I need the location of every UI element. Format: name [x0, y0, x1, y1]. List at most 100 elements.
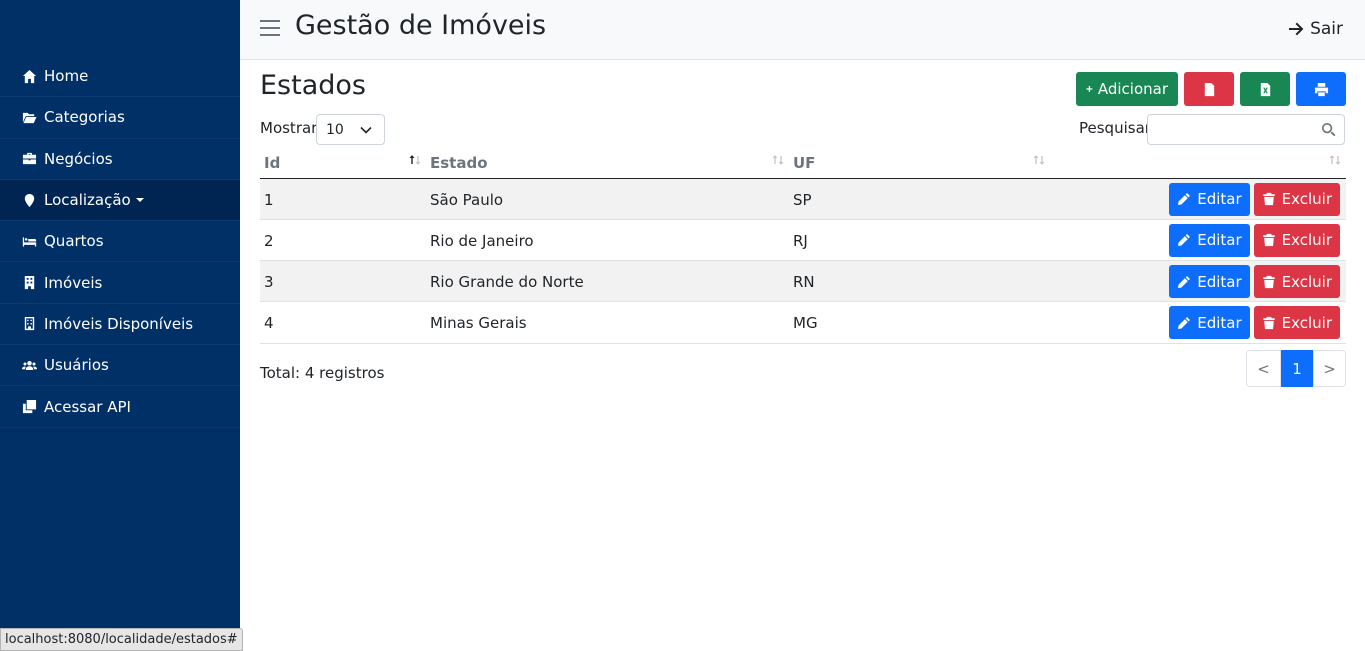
- delete-button[interactable]: Excluir: [1253, 306, 1340, 340]
- pagination: < 1 >: [1246, 350, 1346, 387]
- delete-button-label: Excluir: [1281, 190, 1332, 208]
- column-header-actions[interactable]: [1050, 148, 1346, 179]
- pagination-next[interactable]: >: [1313, 350, 1346, 387]
- print-button[interactable]: [1296, 72, 1346, 106]
- edit-button[interactable]: Editar: [1169, 306, 1250, 340]
- sidebar-item-label: Imóveis Disponíveis: [44, 314, 194, 333]
- toolbar: Adicionar: [1076, 72, 1346, 106]
- sidebar-item-imoveis[interactable]: Imóveis: [0, 262, 240, 304]
- table-row: 4 Minas Gerais MG Editar Excluir: [260, 301, 1346, 344]
- edit-button-label: Editar: [1197, 272, 1242, 291]
- edit-button[interactable]: Editar: [1169, 265, 1250, 299]
- search-input[interactable]: [1148, 115, 1313, 144]
- cell-actions: Editar Excluir: [1050, 178, 1346, 220]
- page-title: Estados: [260, 70, 366, 101]
- cell-actions: Editar Excluir: [1050, 260, 1346, 303]
- edit-button-label: Editar: [1197, 313, 1242, 332]
- logout-label: Sair: [1310, 19, 1343, 39]
- cell-actions: Editar Excluir: [1050, 301, 1346, 344]
- delete-button[interactable]: Excluir: [1253, 265, 1340, 299]
- sidebar-item-categorias[interactable]: Categorias: [0, 97, 240, 139]
- cell-uf: RJ: [789, 219, 1050, 262]
- briefcase-icon: [20, 151, 38, 166]
- cell-estado: São Paulo: [426, 178, 789, 220]
- pencil-icon: [1178, 316, 1191, 329]
- add-button[interactable]: Adicionar: [1076, 72, 1178, 106]
- cell-uf: SP: [789, 178, 1050, 220]
- column-header-estado[interactable]: Estado: [426, 148, 789, 179]
- table-row: 3 Rio Grande do Norte RN Editar Excluir: [260, 260, 1346, 303]
- pagination-prev[interactable]: <: [1246, 350, 1281, 387]
- folder-open-icon: [20, 110, 38, 125]
- sidebar-item-negocios[interactable]: Negócios: [0, 139, 240, 180]
- sidebar-item-quartos[interactable]: Quartos: [0, 221, 240, 263]
- sidebar-item-localizacao[interactable]: Localização: [0, 179, 240, 222]
- sidebar-item-label: Localização: [44, 191, 131, 210]
- page-size-value: 10: [326, 121, 344, 138]
- delete-button-label: Excluir: [1281, 272, 1332, 291]
- sidebar-item-label: Acessar API: [44, 397, 131, 416]
- trash-icon: [1262, 234, 1275, 247]
- column-header-label: Id: [264, 153, 281, 172]
- delete-button-label: Excluir: [1281, 231, 1332, 250]
- file-excel-icon: [1260, 82, 1270, 96]
- building-outline-icon: [20, 316, 38, 331]
- add-button-label: Adicionar: [1097, 80, 1168, 98]
- cell-id: 1: [260, 178, 426, 220]
- sort-icon: [1033, 155, 1045, 165]
- cell-uf: RN: [789, 260, 1050, 303]
- app-title: Gestão de Imóveis: [295, 10, 547, 41]
- building-icon: [20, 275, 38, 290]
- sidebar-item-home[interactable]: Home: [0, 56, 240, 98]
- delete-button[interactable]: Excluir: [1253, 182, 1340, 216]
- caret-down-icon: [135, 198, 144, 203]
- search-icon: [1321, 122, 1336, 137]
- sidebar-item-label: Quartos: [44, 232, 104, 251]
- column-header-label: UF: [793, 153, 816, 172]
- sidebar-item-label: Imóveis: [44, 273, 103, 292]
- edit-button[interactable]: Editar: [1169, 182, 1250, 216]
- logout-button[interactable]: Sair: [1288, 19, 1343, 39]
- sidebar-item-label: Categorias: [44, 108, 125, 127]
- print-icon: [1314, 82, 1328, 96]
- export-excel-button[interactable]: [1240, 72, 1290, 106]
- edit-button[interactable]: Editar: [1169, 223, 1250, 257]
- sidebar-item-imoveis-disponiveis[interactable]: Imóveis Disponíveis: [0, 304, 240, 346]
- sidebar-item-usuarios[interactable]: Usuários: [0, 345, 240, 387]
- column-header-id[interactable]: Id: [260, 148, 426, 179]
- plus-icon: [1086, 86, 1093, 92]
- cell-uf: MG: [789, 301, 1050, 344]
- trash-icon: [1262, 192, 1275, 206]
- pagination-page-1[interactable]: 1: [1281, 350, 1313, 387]
- sidebar-menu: Home Categorias Negócios Localização Qua…: [0, 56, 240, 428]
- cell-estado: Rio Grande do Norte: [426, 260, 789, 303]
- hamburger-menu-icon[interactable]: [260, 20, 280, 38]
- home-icon: [20, 69, 38, 84]
- browser-status-url: localhost:8080/localidade/estados#: [0, 628, 243, 651]
- cell-estado: Rio de Janeiro: [426, 219, 789, 262]
- cell-id: 2: [260, 219, 426, 262]
- cell-actions: Editar Excluir: [1050, 219, 1346, 262]
- column-header-uf[interactable]: UF: [789, 148, 1050, 179]
- sidebar-item-acessar-api[interactable]: Acessar API: [0, 386, 240, 428]
- delete-button-label: Excluir: [1281, 313, 1332, 332]
- users-icon: [20, 358, 38, 373]
- sort-ascending-icon: [409, 155, 421, 165]
- sidebar-item-label: Home: [44, 67, 89, 86]
- delete-button[interactable]: Excluir: [1253, 223, 1340, 257]
- page-size-select[interactable]: 10: [316, 114, 385, 145]
- records-total: Total: 4 registros: [260, 364, 385, 382]
- trash-icon: [1262, 275, 1275, 288]
- search-label: Pesquisar: [1079, 119, 1151, 137]
- sidebar-item-label: Negócios: [44, 149, 113, 168]
- sort-icon: [1329, 155, 1341, 165]
- search-field: [1147, 114, 1345, 145]
- pencil-icon: [1178, 234, 1191, 247]
- show-entries-label: Mostrar: [260, 119, 318, 137]
- export-pdf-button[interactable]: [1184, 72, 1234, 106]
- cell-id: 4: [260, 301, 426, 344]
- sort-icon: [772, 155, 784, 165]
- file-pdf-icon: [1204, 82, 1214, 96]
- clone-icon: [20, 399, 38, 414]
- edit-button-label: Editar: [1197, 190, 1242, 208]
